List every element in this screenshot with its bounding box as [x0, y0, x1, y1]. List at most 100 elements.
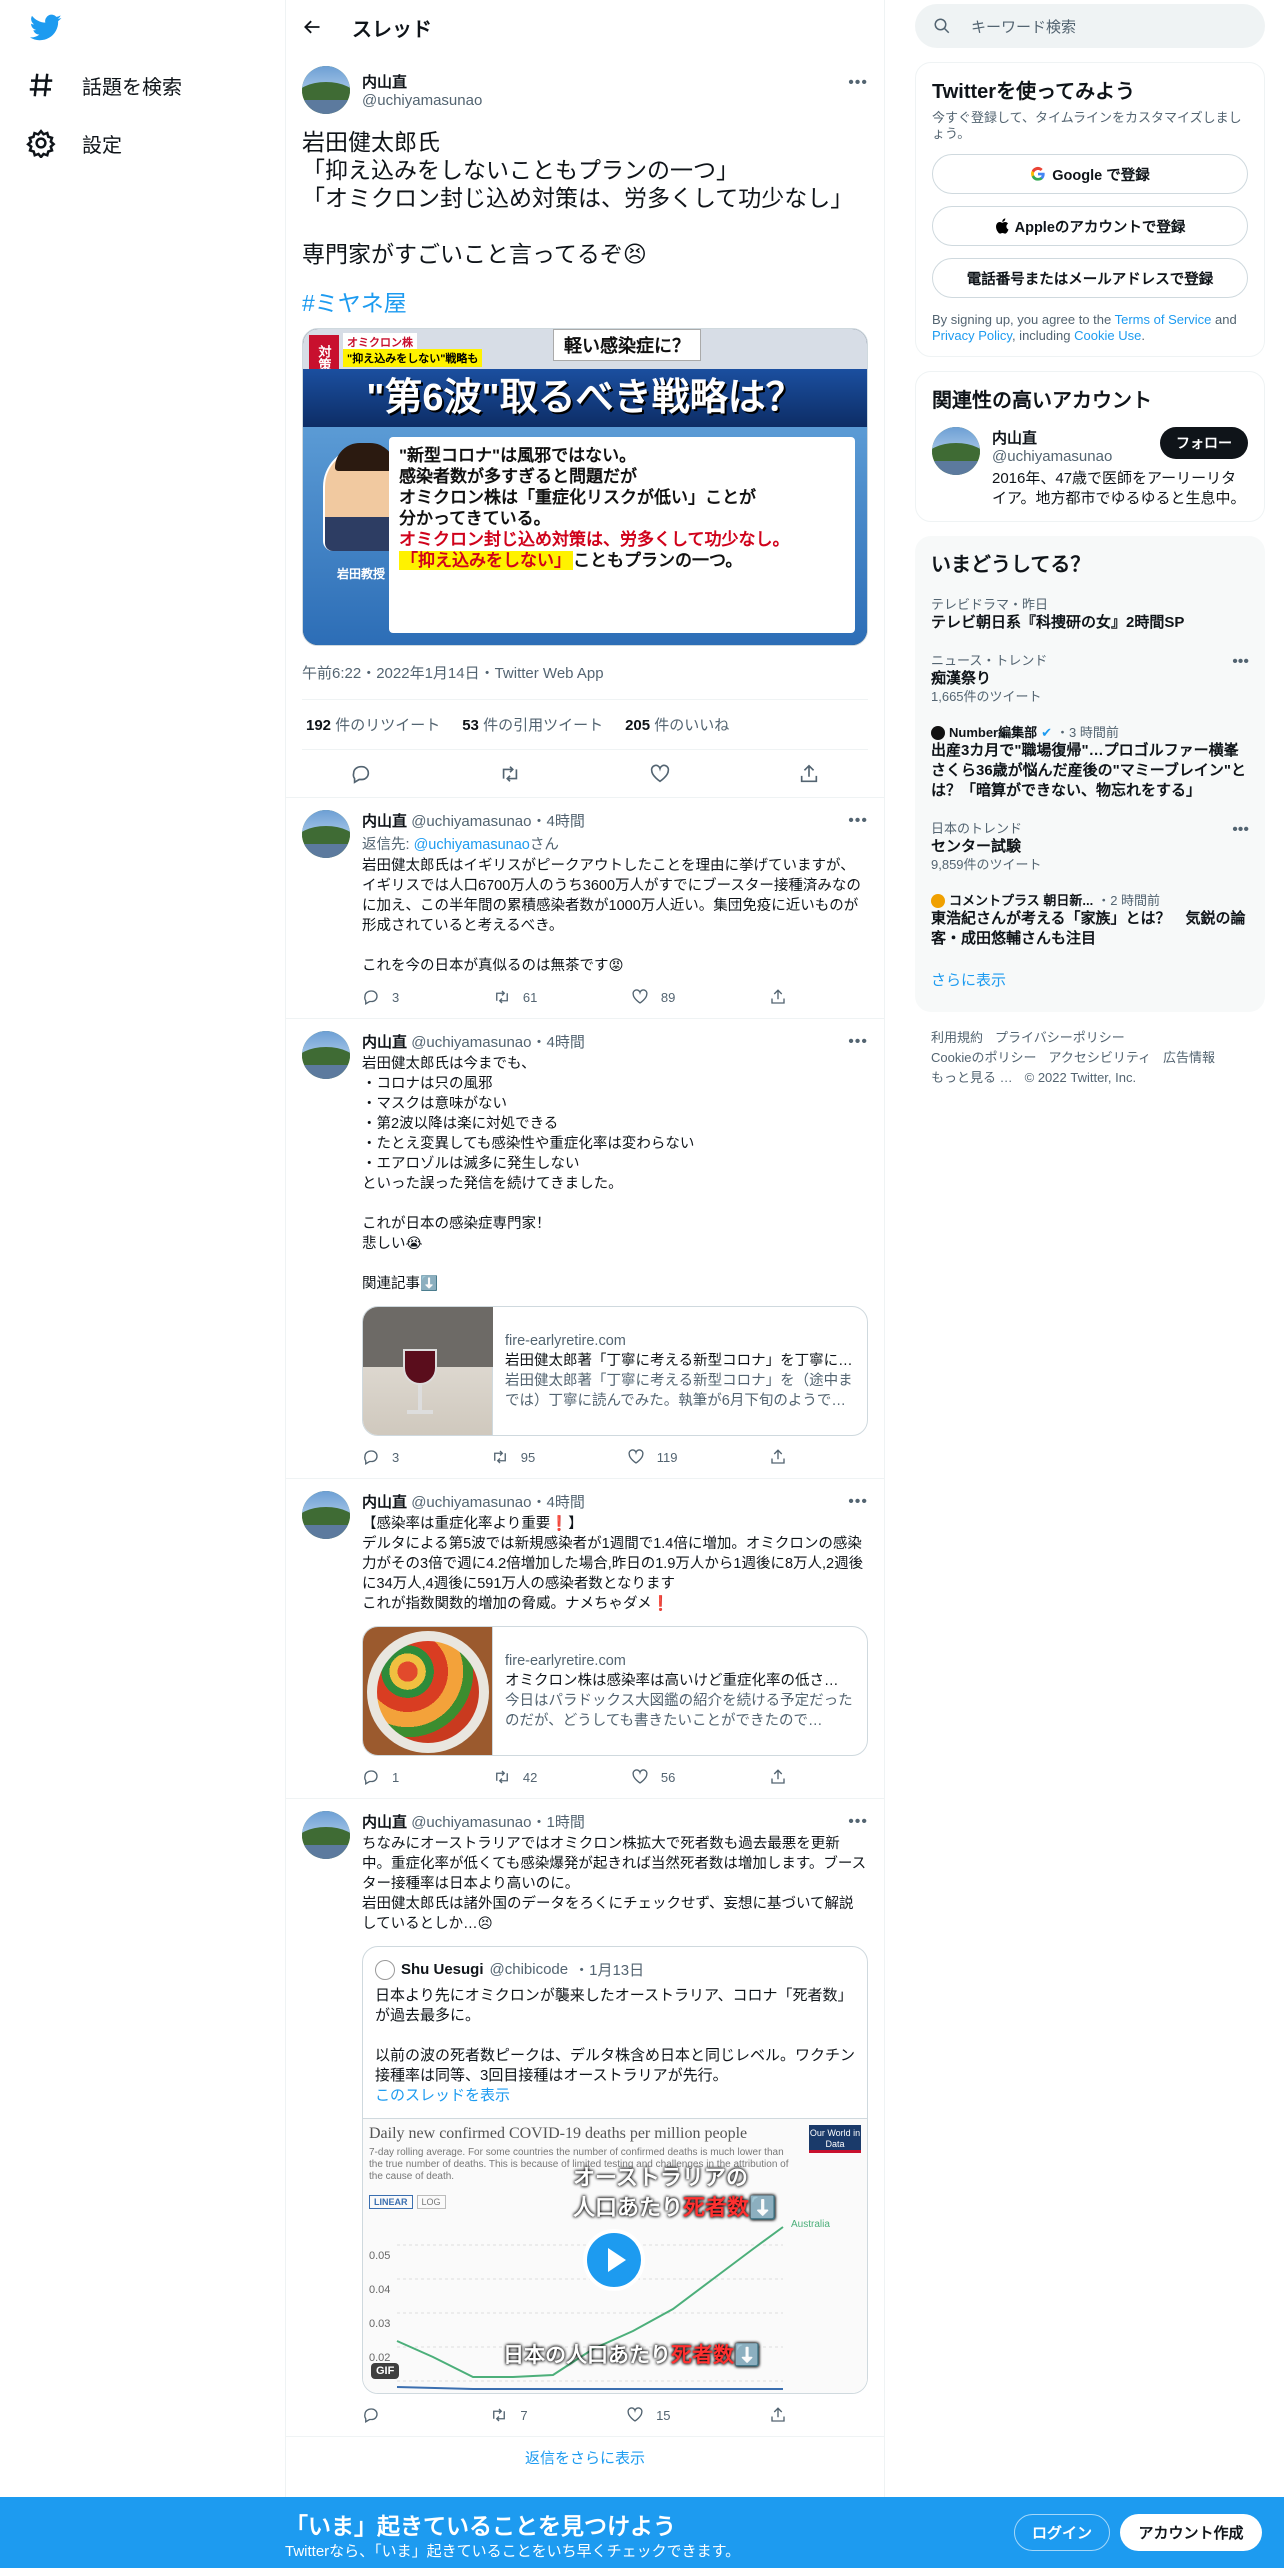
- reply-tweet[interactable]: 内山直 @uchiyamasunao・4時間 岩田健太郎氏は今までも、 ・コロナ…: [286, 1019, 884, 1479]
- retweet-button[interactable]: 95: [491, 1448, 535, 1466]
- login-button[interactable]: ログイン: [1014, 2514, 1110, 2551]
- back-arrow-icon[interactable]: [302, 17, 322, 37]
- reply-tweet[interactable]: 内山直 @uchiyamasunao・4時間 【感染率は重症化率より重要❗️】 …: [286, 1479, 884, 1799]
- more-icon[interactable]: •••: [848, 74, 868, 92]
- quote-media-gif[interactable]: Daily new confirmed COVID-19 deaths per …: [363, 2118, 867, 2393]
- avatar[interactable]: [302, 1031, 350, 1079]
- quote-count[interactable]: 53 件の引用ツイート: [462, 714, 603, 735]
- google-signup-button[interactable]: Google で登録: [932, 154, 1248, 194]
- reply-tweet[interactable]: 内山直 @uchiyamasunao・1時間 ちなみにオーストラリアではオミクロ…: [286, 1799, 884, 2437]
- avatar[interactable]: [302, 1811, 350, 1859]
- author-handle[interactable]: @uchiyamasunao: [411, 1494, 531, 1511]
- trend-item[interactable]: テレビドラマ・昨日 テレビ朝日系『科捜研の女』2時間SP: [915, 587, 1265, 643]
- privacy-link[interactable]: Privacy Policy: [932, 328, 1012, 343]
- like-button[interactable]: 56: [631, 1768, 675, 1786]
- more-icon[interactable]: •••: [848, 1033, 868, 1051]
- phone-email-signup-button[interactable]: 電話番号またはメールアドレスで登録: [932, 258, 1248, 298]
- show-more-replies[interactable]: 返信をさらに表示: [286, 2437, 884, 2478]
- author-handle[interactable]: @uchiyamasunao: [411, 1034, 531, 1051]
- footer-link[interactable]: Cookieのポリシー: [931, 1050, 1036, 1065]
- footer-link[interactable]: もっと見る …: [931, 1070, 1013, 1085]
- link-card[interactable]: fire-earlyretire.com 岩田健太郎著「丁寧に考える新型コロナ」…: [362, 1306, 868, 1436]
- retweet-icon: [495, 1770, 508, 1784]
- author-name[interactable]: 内山直: [362, 71, 482, 92]
- tweet-author: 内山直 @uchiyamasunao: [302, 66, 868, 114]
- avatar[interactable]: [932, 427, 980, 475]
- share-button[interactable]: [769, 1768, 787, 1786]
- tweet-time[interactable]: ・4時間: [531, 813, 584, 830]
- reply-button[interactable]: 3: [362, 988, 399, 1006]
- quote-text: 日本より先にオミクロンが襲来したオーストラリア、コロナ「死者数」が過去最多に。 …: [375, 1987, 856, 2084]
- retweet-button[interactable]: 7: [490, 2406, 528, 2424]
- quote-tweet[interactable]: Shu Uesugi @chibicode ・1月13日 日本より先にオミクロンが…: [362, 1946, 868, 2394]
- footer-link[interactable]: アクセシビリティ: [1048, 1050, 1151, 1065]
- author-name[interactable]: 内山直: [362, 1034, 407, 1051]
- twitter-logo-icon[interactable]: [30, 14, 62, 47]
- search-box[interactable]: キーワード検索: [915, 4, 1265, 48]
- share-icon: [771, 989, 785, 1004]
- author-handle[interactable]: @uchiyamasunao: [411, 813, 531, 830]
- reply-button[interactable]: 3: [362, 1448, 399, 1466]
- reply-button[interactable]: 1: [362, 1768, 399, 1786]
- like-icon[interactable]: [649, 763, 671, 785]
- share-icon[interactable]: [798, 763, 820, 785]
- author-name[interactable]: 内山直: [362, 813, 407, 830]
- share-button[interactable]: [769, 1448, 787, 1466]
- show-more-trends[interactable]: さらに表示: [915, 959, 1265, 1000]
- more-icon[interactable]: •••: [848, 1813, 868, 1831]
- retweet-icon[interactable]: [499, 763, 521, 785]
- avatar[interactable]: [302, 1491, 350, 1539]
- trend-item[interactable]: ニュース・トレンド 痴漢祭り 1,665件のツイート •••: [915, 643, 1265, 715]
- nav-explore[interactable]: 話題を検索: [26, 70, 182, 100]
- trend-item[interactable]: 日本のトレンド センター試験 9,859件のツイート •••: [915, 811, 1265, 883]
- link-card[interactable]: fire-earlyretire.com オミクロン株は感染率は高いけど重症化率…: [362, 1626, 868, 1756]
- tweet-image[interactable]: 対策 オミクロン株 "抑え込みをしない"戦略も 軽い感染症に？ "第6波"取るべ…: [302, 328, 868, 646]
- like-button[interactable]: 15: [626, 2406, 671, 2424]
- nav-settings[interactable]: 設定: [26, 128, 122, 158]
- like-count[interactable]: 205 件のいいね: [625, 714, 729, 735]
- quote-author-name[interactable]: Shu Uesugi: [401, 1961, 484, 1978]
- more-icon[interactable]: •••: [848, 812, 868, 830]
- cookie-link[interactable]: Cookie Use: [1074, 328, 1141, 343]
- like-button[interactable]: 119: [627, 1448, 677, 1466]
- reply-icon[interactable]: [350, 763, 372, 785]
- avatar[interactable]: [302, 810, 350, 858]
- more-icon[interactable]: •••: [1232, 821, 1249, 839]
- follow-button[interactable]: フォロー: [1160, 427, 1248, 459]
- signup-button[interactable]: アカウント作成: [1120, 2514, 1262, 2551]
- tweet-time[interactable]: ・4時間: [531, 1494, 584, 1511]
- retweet-button[interactable]: 42: [493, 1768, 537, 1786]
- reply-button[interactable]: [362, 2406, 392, 2424]
- share-button[interactable]: [769, 2406, 787, 2424]
- hashtag-link[interactable]: #ミヤネ屋: [302, 284, 868, 318]
- search-input[interactable]: キーワード検索: [971, 16, 1076, 37]
- show-thread-link[interactable]: このスレッドを表示: [375, 2087, 510, 2104]
- tweet-time[interactable]: ・1時間: [531, 1814, 584, 1831]
- retweet-button[interactable]: 61: [493, 988, 537, 1006]
- author-name[interactable]: 内山直: [362, 1494, 407, 1511]
- quote-author-handle[interactable]: @chibicode: [490, 1961, 569, 1978]
- more-icon[interactable]: •••: [1232, 653, 1249, 671]
- author-handle[interactable]: @uchiyamasunao: [362, 92, 482, 109]
- trend-news-item[interactable]: コメントプラス 朝日新... ・2 時間前 東浩紀さんが考える「家族」とは？ 気鋭…: [915, 883, 1265, 959]
- tweet-time[interactable]: ・4時間: [531, 1034, 584, 1051]
- play-button[interactable]: [583, 2229, 645, 2291]
- footer-link[interactable]: プライバシーポリシー: [995, 1030, 1125, 1045]
- retweet-count[interactable]: 192 件のリツイート: [306, 714, 440, 735]
- quote-avatar[interactable]: [375, 1959, 395, 1980]
- avatar[interactable]: [302, 66, 350, 114]
- more-icon[interactable]: •••: [848, 1493, 868, 1511]
- tweet-timestamp[interactable]: 午前6:22・2022年1月14日・Twitter Web App: [302, 662, 868, 700]
- apple-signup-button[interactable]: Appleのアカウントで登録: [932, 206, 1248, 246]
- reply-tweet[interactable]: 内山直 @uchiyamasunao・4時間 返信先: @uchiyamasun…: [286, 798, 884, 1019]
- author-name[interactable]: 内山直: [362, 1814, 407, 1831]
- share-button[interactable]: [769, 988, 787, 1006]
- signup-terms: By signing up, you agree to the Terms of…: [932, 312, 1237, 343]
- author-handle[interactable]: @uchiyamasunao: [411, 1814, 531, 1831]
- footer-link[interactable]: 利用規約: [931, 1030, 983, 1045]
- footer-link[interactable]: 広告情報: [1163, 1050, 1215, 1065]
- trend-news-item[interactable]: Number編集部 ✔ ・3 時間前 出産3カ月で"職場復帰"…プロゴルファー横峯さ…: [915, 715, 1265, 811]
- like-button[interactable]: 89: [631, 988, 675, 1006]
- terms-link[interactable]: Terms of Service: [1115, 312, 1212, 327]
- related-account[interactable]: 内山直 @uchiyamasunao 2016年、47歳で医師をアーリーリタイア…: [932, 427, 1248, 509]
